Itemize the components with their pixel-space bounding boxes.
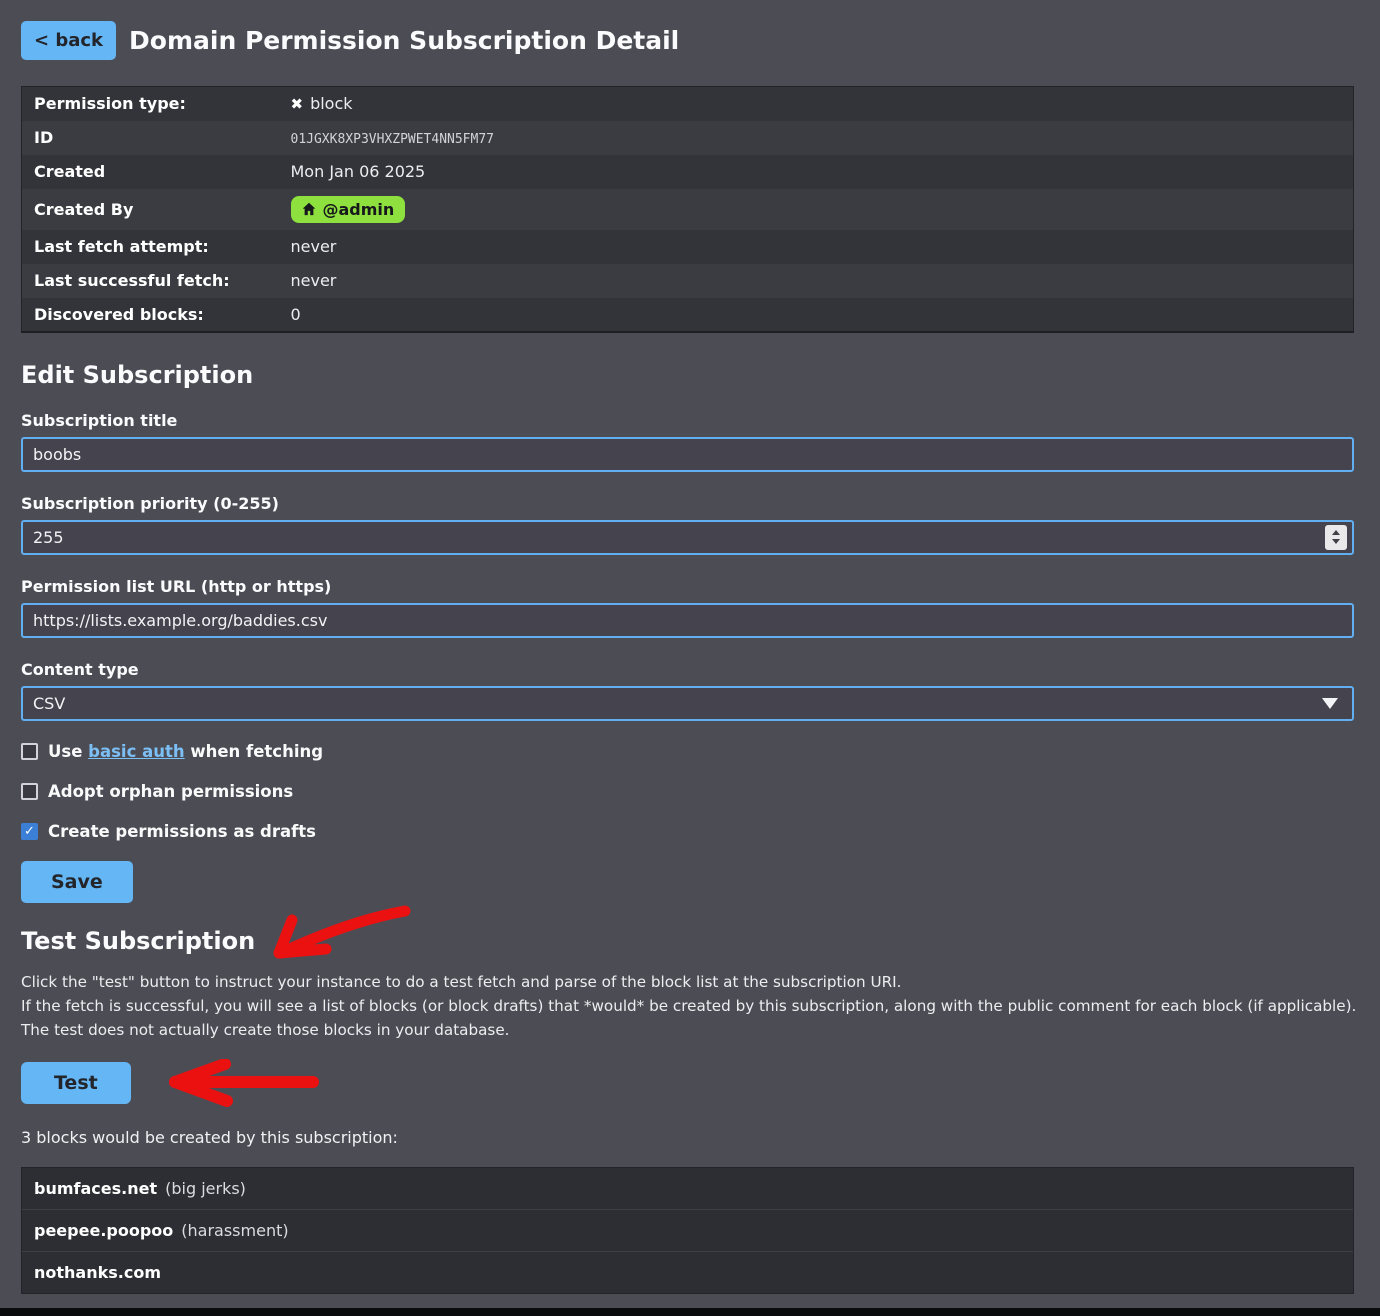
subscription-id: 01JGXK8XP3VHXZPWET4NN5FM77 [291,132,495,147]
block-comment: (big jerks) [165,1179,246,1198]
permission-type-value: block [310,94,352,113]
basic-auth-checkbox-label: Use basic auth when fetching [48,742,323,761]
table-row: Created By @admin [22,189,1354,230]
basic-auth-checkbox-row: Use basic auth when fetching [21,742,1354,761]
detail-value: never [279,264,1354,298]
adopt-orphans-checkbox[interactable] [21,783,38,800]
block-comment: (harassment) [181,1221,288,1240]
content-type-label: Content type [21,660,1354,679]
block-result-list: bumfaces.net (big jerks) peepee.poopoo (ha… [21,1167,1354,1294]
created-by-handle: @admin [323,200,395,219]
table-row: Permission type: ✖ block [22,87,1354,121]
content-type-selected-value: CSV [33,694,65,713]
content-type-select[interactable]: CSV [21,686,1354,721]
detail-value: never [279,230,1354,264]
detail-label: ID [22,121,279,155]
subscription-details-table: Permission type: ✖ block ID 01JGXK8XP3VHX… [21,86,1354,333]
list-item: peepee.poopoo (harassment) [22,1209,1353,1251]
detail-label: Last fetch attempt: [22,230,279,264]
test-button[interactable]: Test [21,1062,131,1104]
test-description-line: If the fetch is successful, you will see… [21,994,1354,1018]
subscription-priority-input[interactable] [21,520,1354,555]
detail-label: Created [22,155,279,189]
back-button[interactable]: < back [21,21,116,60]
detail-value: 0 [279,298,1354,332]
detail-label: Last successful fetch: [22,264,279,298]
block-domain: peepee.poopoo [34,1221,173,1240]
detail-value: @admin [279,189,1354,230]
block-domain: bumfaces.net [34,1179,157,1198]
page: < back Domain Permission Subscription De… [0,0,1380,1308]
created-by-badge[interactable]: @admin [291,196,406,223]
test-description-line: Click the "test" button to instruct your… [21,970,1354,994]
table-row: ID 01JGXK8XP3VHXZPWET4NN5FM77 [22,121,1354,155]
permission-list-url-group: Permission list URL (http or https) [21,577,1354,638]
test-result-summary: 3 blocks would be created by this subscr… [21,1128,1354,1147]
test-subscription-heading-wrap: Test Subscription [21,927,255,955]
chevron-down-icon [1322,698,1338,709]
content-type-group: Content type CSV [21,660,1354,721]
create-drafts-checkbox[interactable]: ✓ [21,823,38,840]
subscription-priority-label: Subscription priority (0-255) [21,494,1354,513]
subscription-title-label: Subscription title [21,411,1354,430]
subscription-title-input[interactable] [21,437,1354,472]
table-row: Last successful fetch: never [22,264,1354,298]
subscription-title-group: Subscription title [21,411,1354,472]
red-arrow-annotation [163,1059,323,1107]
test-subscription-heading: Test Subscription [21,927,255,955]
page-header: < back Domain Permission Subscription De… [21,21,1354,60]
block-x-icon: ✖ [291,95,304,113]
detail-value: Mon Jan 06 2025 [279,155,1354,189]
basic-auth-link[interactable]: basic auth [88,742,184,761]
block-domain: nothanks.com [34,1263,161,1282]
page-title: Domain Permission Subscription Detail [129,26,679,55]
adopt-orphans-checkbox-row: Adopt orphan permissions [21,782,1354,801]
spinner-up-icon[interactable] [1332,530,1340,535]
list-item: bumfaces.net (big jerks) [22,1168,1353,1209]
save-button[interactable]: Save [21,861,133,903]
table-row: Discovered blocks: 0 [22,298,1354,332]
test-description-line: The test does not actually create those … [21,1018,1354,1042]
detail-label: Permission type: [22,87,279,121]
edit-subscription-heading: Edit Subscription [21,361,1354,389]
test-description: Click the "test" button to instruct your… [21,970,1354,1042]
home-icon [302,202,316,216]
detail-value: ✖ block [279,87,1354,121]
number-spinner[interactable] [1325,525,1347,550]
subscription-priority-group: Subscription priority (0-255) [21,494,1354,555]
basic-auth-checkbox[interactable] [21,743,38,760]
table-row: Last fetch attempt: never [22,230,1354,264]
bottom-edge-bar [0,1308,1380,1316]
spinner-down-icon[interactable] [1332,539,1340,544]
permission-list-url-input[interactable] [21,603,1354,638]
test-button-row: Test [21,1062,131,1104]
detail-value: 01JGXK8XP3VHXZPWET4NN5FM77 [279,121,1354,155]
list-item: nothanks.com [22,1251,1353,1293]
table-row: Created Mon Jan 06 2025 [22,155,1354,189]
adopt-orphans-checkbox-label: Adopt orphan permissions [48,782,293,801]
create-drafts-checkbox-label: Create permissions as drafts [48,822,316,841]
detail-label: Discovered blocks: [22,298,279,332]
create-drafts-checkbox-row: ✓ Create permissions as drafts [21,822,1354,841]
detail-label: Created By [22,189,279,230]
red-arrow-annotation [265,903,415,965]
permission-list-url-label: Permission list URL (http or https) [21,577,1354,596]
